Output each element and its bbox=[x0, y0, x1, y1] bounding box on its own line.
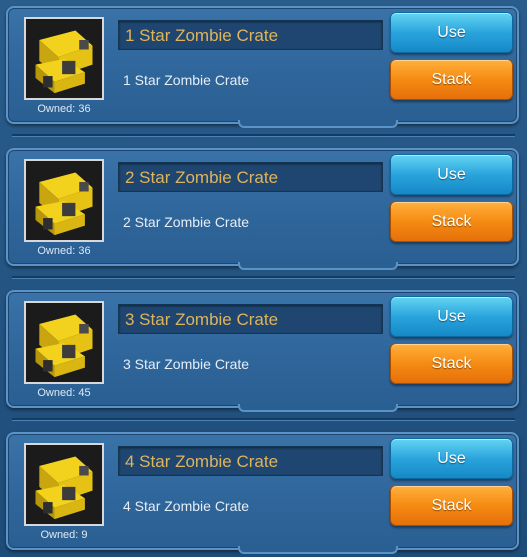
owned-label: Owned: bbox=[37, 103, 76, 115]
item-title: 4 Star Zombie Crate bbox=[125, 452, 279, 471]
crate-icon bbox=[24, 443, 104, 526]
use-button[interactable]: Use bbox=[390, 438, 513, 479]
crate-icon-graphic bbox=[26, 19, 102, 98]
stack-button[interactable]: Stack bbox=[390, 59, 513, 100]
row-divider bbox=[12, 276, 515, 279]
use-button[interactable]: Use bbox=[390, 154, 513, 195]
owned-value: 45 bbox=[78, 387, 91, 399]
owned-value: 9 bbox=[81, 529, 88, 541]
item-title: 3 Star Zombie Crate bbox=[125, 310, 279, 329]
use-button[interactable]: Use bbox=[390, 12, 513, 53]
owned-value: 36 bbox=[78, 103, 91, 115]
crate-row: Owned: 9 4 Star Zombie Crate 4 Star Zombi… bbox=[6, 432, 519, 554]
item-title-bar: 1 Star Zombie Crate bbox=[118, 20, 383, 50]
owned-count: Owned: 9 bbox=[18, 529, 110, 541]
crate-icon-graphic bbox=[26, 161, 102, 240]
item-title-bar: 2 Star Zombie Crate bbox=[118, 162, 383, 192]
item-description: 4 Star Zombie Crate bbox=[123, 498, 250, 514]
row-divider bbox=[12, 134, 515, 137]
owned-label: Owned: bbox=[37, 245, 76, 257]
crate-row: Owned: 36 2 Star Zombie Crate 2 Star Zomb… bbox=[6, 148, 519, 270]
item-description: 1 Star Zombie Crate bbox=[123, 72, 250, 88]
crate-icon-graphic bbox=[26, 445, 102, 524]
crate-row: Owned: 45 3 Star Zombie Crate 3 Star Zomb… bbox=[6, 290, 519, 412]
crate-icon bbox=[24, 301, 104, 384]
owned-label: Owned: bbox=[37, 387, 76, 399]
item-title-bar: 4 Star Zombie Crate bbox=[118, 446, 383, 476]
item-description: 3 Star Zombie Crate bbox=[123, 356, 250, 372]
owned-value: 36 bbox=[78, 245, 91, 257]
item-title: 2 Star Zombie Crate bbox=[125, 168, 279, 187]
item-description: 2 Star Zombie Crate bbox=[123, 214, 250, 230]
stack-button[interactable]: Stack bbox=[390, 201, 513, 242]
crate-inventory-list: Owned: 36 1 Star Zombie Crate 1 Star Zomb… bbox=[0, 0, 527, 557]
owned-count: Owned: 36 bbox=[18, 245, 110, 257]
row-divider bbox=[12, 418, 515, 421]
stack-button[interactable]: Stack bbox=[390, 343, 513, 384]
crate-row: Owned: 36 1 Star Zombie Crate 1 Star Zomb… bbox=[6, 6, 519, 128]
stack-button[interactable]: Stack bbox=[390, 485, 513, 526]
owned-count: Owned: 45 bbox=[18, 387, 110, 399]
item-title-bar: 3 Star Zombie Crate bbox=[118, 304, 383, 334]
owned-count: Owned: 36 bbox=[18, 103, 110, 115]
owned-label: Owned: bbox=[40, 529, 79, 541]
item-title: 1 Star Zombie Crate bbox=[125, 26, 279, 45]
crate-icon bbox=[24, 159, 104, 242]
crate-icon-graphic bbox=[26, 303, 102, 382]
crate-icon bbox=[24, 17, 104, 100]
use-button[interactable]: Use bbox=[390, 296, 513, 337]
